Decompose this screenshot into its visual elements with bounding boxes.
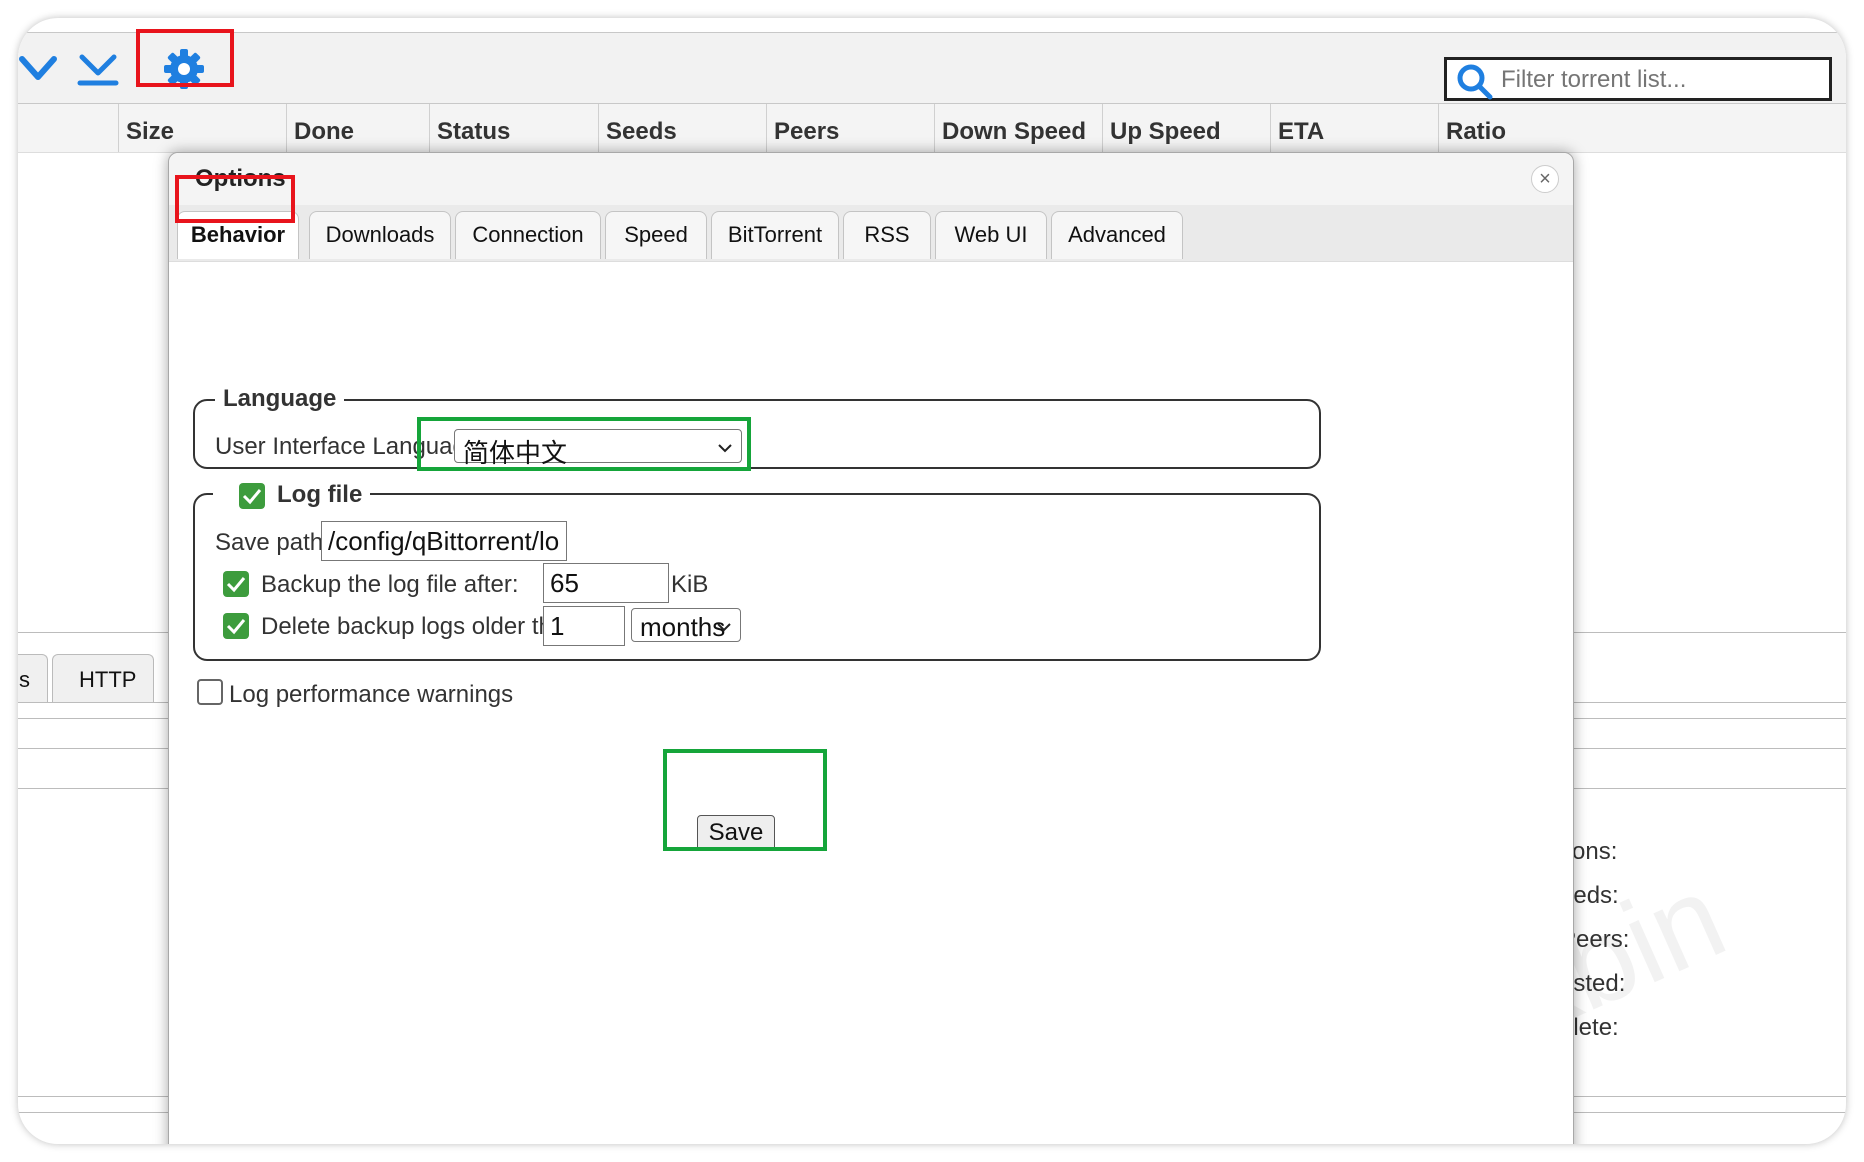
download-all-icon[interactable] — [76, 47, 120, 91]
col-size[interactable]: Size — [126, 118, 174, 146]
chevron-down-icon — [717, 623, 731, 632]
close-button[interactable]: × — [1531, 165, 1559, 193]
perf-warnings-checkbox[interactable] — [197, 679, 223, 705]
checkmark-icon — [226, 577, 246, 593]
col-up-speed[interactable]: Up Speed — [1110, 118, 1221, 146]
col-status[interactable]: Status — [437, 118, 510, 146]
save-path-label: Save path: — [215, 529, 330, 556]
options-dialog: Options × Behavior Downloads Connection … — [168, 152, 1574, 1144]
chevron-down-icon[interactable] — [18, 47, 62, 91]
filter-input[interactable] — [1499, 60, 1823, 100]
delete-age-input[interactable] — [543, 606, 625, 646]
col-done[interactable]: Done — [294, 118, 354, 146]
delete-backup-checkbox[interactable] — [223, 613, 249, 639]
filter-box[interactable] — [1444, 57, 1832, 101]
dialog-title-bar: Options × — [169, 153, 1573, 206]
col-peers[interactable]: Peers — [774, 118, 839, 146]
checkmark-icon — [242, 489, 262, 505]
tab-downloads[interactable]: Downloads — [309, 211, 451, 259]
tab-connection[interactable]: Connection — [455, 211, 601, 259]
delete-backup-label: Delete backup logs older than: — [261, 613, 586, 640]
search-icon — [1457, 64, 1493, 100]
tab-web-ui[interactable]: Web UI — [935, 211, 1047, 259]
bottom-tab-partial[interactable]: s — [18, 654, 48, 703]
log-file-legend: Log file — [269, 481, 371, 509]
backup-size-input[interactable] — [543, 563, 669, 603]
save-path-input[interactable] — [321, 521, 567, 561]
behavior-tab-highlight — [175, 175, 295, 223]
backup-log-label: Backup the log file after: — [261, 571, 519, 598]
backup-log-checkbox[interactable] — [223, 571, 249, 597]
language-select-highlight — [417, 417, 751, 471]
backup-unit-label: KiB — [671, 571, 709, 598]
save-button-highlight — [663, 749, 827, 851]
col-ratio[interactable]: Ratio — [1446, 118, 1506, 146]
app-frame: Size Done Status Seeds Peers Down Speed … — [18, 18, 1846, 1144]
perf-warnings-label: Log performance warnings — [229, 681, 514, 708]
tab-speed[interactable]: Speed — [605, 211, 707, 259]
tab-bittorrent[interactable]: BitTorrent — [711, 211, 839, 259]
toolbar — [18, 29, 1846, 104]
col-down-speed[interactable]: Down Speed — [942, 118, 1086, 146]
col-seeds[interactable]: Seeds — [606, 118, 677, 146]
delete-unit-select[interactable]: months — [631, 608, 741, 642]
bottom-tab-http[interactable]: HTTP — [52, 654, 154, 703]
options-tabs: Behavior Downloads Connection Speed BitT… — [169, 205, 1573, 262]
settings-highlight — [136, 29, 234, 87]
language-legend: Language — [215, 385, 345, 413]
checkmark-icon — [226, 619, 246, 635]
col-eta[interactable]: ETA — [1278, 118, 1324, 146]
tab-rss[interactable]: RSS — [843, 211, 931, 259]
tab-advanced[interactable]: Advanced — [1051, 211, 1183, 259]
delete-unit-value: months — [640, 612, 726, 642]
log-file-checkbox[interactable] — [239, 483, 265, 509]
torrent-table-header: Size Done Status Seeds Peers Down Speed … — [18, 104, 1846, 153]
